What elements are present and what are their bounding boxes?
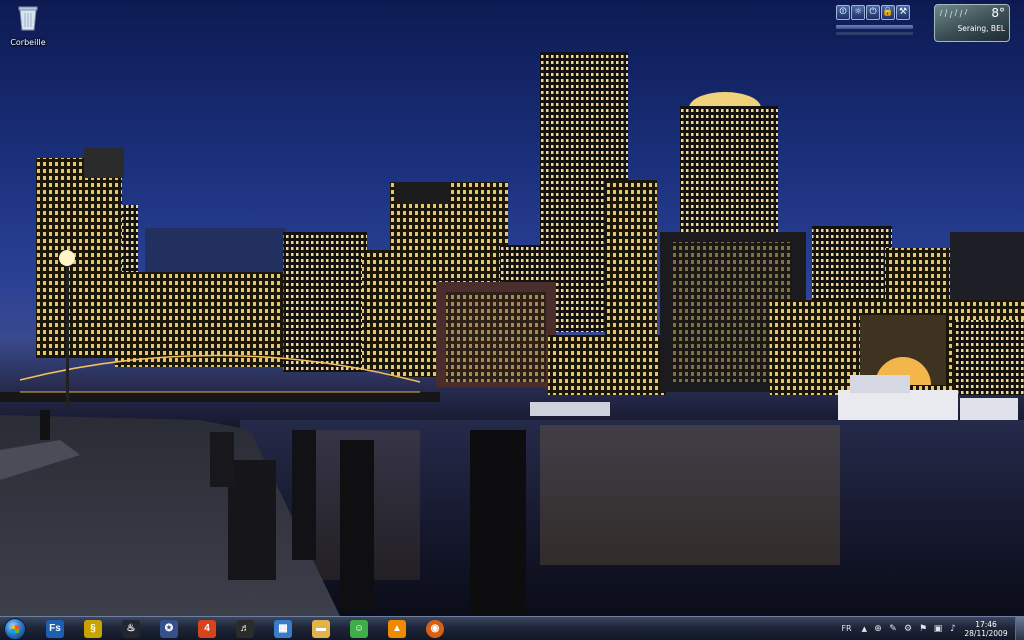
taskbar-app-headphones[interactable]: ♬ <box>226 618 264 640</box>
firefox-icon: ◉ <box>426 619 444 638</box>
taskbar: Fs § ♨ ✪ 4 ♬ ▦ ▬ ☺ ▲ ◉ FR ▲ ⊕ ✎ ⚙ ⚑ ▣ ♪ … <box>0 616 1024 640</box>
taskbar-app-vlc[interactable]: ▲ <box>378 618 416 640</box>
gadget-bar <box>836 25 913 29</box>
headphones-icon: ♬ <box>236 619 254 638</box>
show-desktop-button[interactable] <box>1015 617 1024 640</box>
windows-start-orb-icon[interactable] <box>4 617 26 640</box>
clock-time: 17:46 <box>975 619 997 629</box>
network-globe-icon[interactable]: ⊕ <box>873 624 883 634</box>
desktop-icon-recycle-bin[interactable]: Corbeille <box>6 4 50 47</box>
wallpaper-art <box>0 52 1024 616</box>
desktop-icon-label: Corbeille <box>10 38 46 47</box>
folder-icon: ▬ <box>312 619 330 638</box>
tray-tool-icon[interactable]: ✎ <box>888 624 898 634</box>
taskbar-app-steam[interactable]: ♨ <box>112 618 150 640</box>
chevron-up-icon[interactable]: ▲ <box>862 625 867 633</box>
gadget-button-row: ⏼ ☼ ⏻ 🔒 ⚒ <box>836 5 913 21</box>
vlc-cone-icon: ▲ <box>388 619 406 638</box>
desktop-wallpaper <box>0 0 1024 616</box>
taskbar-app-messenger[interactable]: ☺ <box>340 618 378 640</box>
rain-icon <box>939 8 968 19</box>
weather-temperature: 8° <box>991 6 1005 20</box>
compass-icon: ✪ <box>160 619 178 638</box>
four-app-icon: 4 <box>198 619 216 638</box>
weather-gadget[interactable]: 8° Seraing, BEL <box>934 4 1010 42</box>
shutdown-icon[interactable]: ⏻ <box>866 5 880 20</box>
taskbar-app-compass[interactable]: ✪ <box>150 618 188 640</box>
tray-app-icon[interactable]: ⚙ <box>903 624 913 634</box>
network-icon[interactable]: ▣ <box>933 624 943 634</box>
taskbar-app-yellow[interactable]: § <box>74 618 112 640</box>
weather-location: Seraing, BEL <box>957 24 1005 33</box>
pinned-apps: Fs § ♨ ✪ 4 ♬ ▦ ▬ ☺ ▲ ◉ <box>36 618 454 640</box>
language-indicator[interactable]: FR <box>841 624 851 633</box>
tools-icon[interactable]: ⚒ <box>896 5 910 20</box>
taskbar-app-fs[interactable]: Fs <box>36 618 74 640</box>
brightness-icon[interactable]: ☼ <box>851 5 865 20</box>
taskbar-app-explorer[interactable]: ▬ <box>302 618 340 640</box>
taskbar-app-four[interactable]: 4 <box>188 618 226 640</box>
clock-date: 28/11/2009 <box>964 628 1008 638</box>
shutdown-controls-gadget: ⏼ ☼ ⏻ 🔒 ⚒ <box>836 5 913 37</box>
taskbar-app-control-panel[interactable]: ▦ <box>264 618 302 640</box>
recycle-bin-icon <box>18 6 38 31</box>
gadget-bar-secondary <box>836 32 913 35</box>
taskbar-app-firefox[interactable]: ◉ <box>416 618 454 640</box>
yellow-swirl-icon: § <box>84 619 102 638</box>
messenger-icon: ☺ <box>350 619 368 638</box>
steam-icon: ♨ <box>122 619 140 638</box>
action-center-flag-icon[interactable]: ⚑ <box>918 624 928 634</box>
clock[interactable]: 17:46 28/11/2009 <box>963 620 1009 638</box>
power-options-icon[interactable]: ⏼ <box>836 5 850 20</box>
system-tray: FR ▲ ⊕ ✎ ⚙ ⚑ ▣ ♪ 17:46 28/11/2009 <box>841 617 1024 640</box>
control-panel-icon: ▦ <box>274 619 292 638</box>
volume-icon[interactable]: ♪ <box>948 624 958 634</box>
lock-icon[interactable]: 🔒 <box>881 5 895 20</box>
fs-app-icon: Fs <box>46 619 64 638</box>
